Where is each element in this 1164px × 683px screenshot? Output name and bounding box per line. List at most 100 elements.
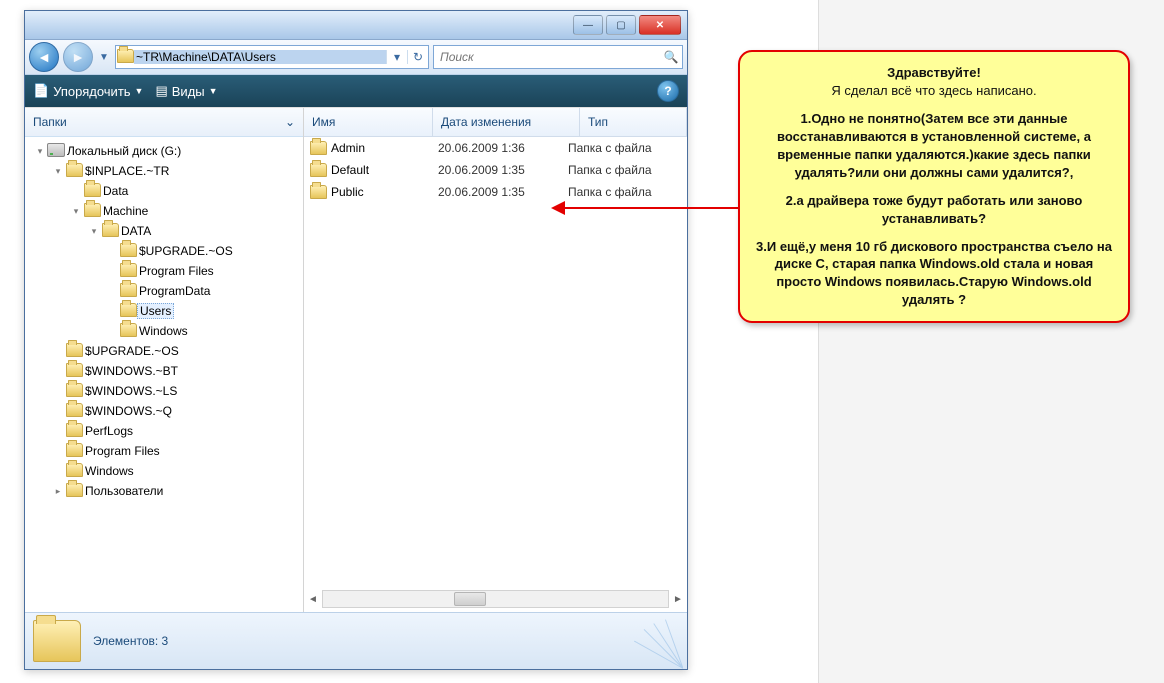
minimize-button[interactable]: —: [573, 15, 603, 35]
annotation-callout: Здравствуйте! Я сделал всё что здесь нап…: [738, 50, 1130, 323]
callout-hello: Здравствуйте!: [887, 65, 981, 80]
file-row[interactable]: Default 20.06.2009 1:35Папка с файла: [304, 159, 687, 181]
col-name[interactable]: Имя: [304, 108, 433, 136]
folder-icon: [65, 443, 83, 460]
columns-header[interactable]: Имя Дата изменения Тип: [304, 108, 687, 137]
content-pane: Имя Дата изменения Тип Admin20.06.2009 1…: [304, 108, 687, 612]
file-date: 20.06.2009 1:35: [438, 185, 568, 199]
tree-item[interactable]: ▸ Пользователи: [31, 481, 303, 501]
file-name-cell: Default: [304, 163, 438, 177]
scroll-left-icon[interactable]: ◄: [304, 594, 322, 605]
file-date: 20.06.2009 1:35: [438, 163, 568, 177]
views-label: Виды: [172, 84, 205, 99]
expand-icon[interactable]: ▾: [87, 226, 101, 237]
tree-item[interactable]: $UPGRADE.~OS: [31, 241, 303, 261]
folder-icon: [83, 183, 101, 200]
tree-item[interactable]: Data: [31, 181, 303, 201]
tree-item[interactable]: ProgramData: [31, 281, 303, 301]
file-type: Папка с файла: [568, 163, 687, 177]
folder-icon: [33, 620, 81, 662]
statusbar: Элементов: 3: [25, 612, 687, 669]
tree-item[interactable]: $WINDOWS.~BT: [31, 361, 303, 381]
forward-button[interactable]: ►: [63, 42, 93, 72]
scroll-track[interactable]: [322, 590, 669, 608]
search-input[interactable]: [434, 50, 660, 64]
callout-p3: 3.И ещё,у меня 10 гб дискового пространс…: [756, 239, 1112, 308]
annotation-arrow-head: [551, 201, 565, 215]
file-type: Папка с файла: [568, 141, 687, 155]
folder-icon: [65, 343, 83, 360]
file-name: Default: [331, 163, 369, 177]
tree-item[interactable]: ▾Machine: [31, 201, 303, 221]
titlebar[interactable]: — ▢ ✕: [25, 11, 687, 40]
col-date[interactable]: Дата изменения: [433, 108, 580, 136]
tree-item[interactable]: $WINDOWS.~LS: [31, 381, 303, 401]
tree-label: Пользователи: [83, 484, 163, 498]
folder-icon: [310, 163, 327, 177]
scroll-thumb[interactable]: [454, 592, 486, 606]
folder-icon: [65, 163, 83, 180]
explorer-window: — ▢ ✕ ◄ ► ▼ ▾ ↻ 🔍 📄 Упорядочить ▼ ▤ Виды…: [24, 10, 688, 670]
tree-item[interactable]: Windows: [31, 461, 303, 481]
navbar: ◄ ► ▼ ▾ ↻ 🔍: [25, 40, 687, 75]
drive-icon: [47, 143, 65, 160]
tree-item[interactable]: $WINDOWS.~Q: [31, 401, 303, 421]
scroll-right-icon[interactable]: ►: [669, 594, 687, 605]
tree-label: PerfLogs: [83, 424, 133, 438]
tree-item[interactable]: Program Files: [31, 261, 303, 281]
file-type: Папка с файла: [568, 185, 687, 199]
history-dropdown[interactable]: ▼: [97, 43, 111, 71]
expand-icon[interactable]: ▾: [33, 146, 47, 157]
file-row[interactable]: Admin20.06.2009 1:36Папка с файла: [304, 137, 687, 159]
search-icon[interactable]: 🔍: [660, 50, 682, 64]
callout-p1: 1.Одно не понятно(Затем все эти данные в…: [777, 111, 1091, 180]
views-button[interactable]: ▤ Виды ▼: [155, 83, 217, 99]
expand-icon[interactable]: ▸: [51, 486, 65, 497]
folder-icon: [119, 323, 137, 340]
expand-icon[interactable]: ▾: [69, 206, 83, 217]
nav-panel: Папки ⌄ ▾Локальный диск (G:)▾$INPLACE.~T…: [25, 108, 304, 612]
path-dropdown[interactable]: ▾: [386, 50, 407, 64]
tree-label: Program Files: [83, 444, 160, 458]
chevron-down-icon: ⌄: [285, 115, 295, 129]
search-bar[interactable]: 🔍: [433, 45, 683, 69]
body-pane: Папки ⌄ ▾Локальный диск (G:)▾$INPLACE.~T…: [25, 107, 687, 612]
tree-item[interactable]: $UPGRADE.~OS: [31, 341, 303, 361]
tree-item[interactable]: ▾DATA: [31, 221, 303, 241]
organize-icon: 📄: [33, 83, 49, 99]
folder-tree[interactable]: ▾Локальный диск (G:)▾$INPLACE.~TRData▾Ma…: [25, 137, 303, 612]
tree-item[interactable]: PerfLogs: [31, 421, 303, 441]
folder-icon: [119, 283, 137, 300]
tree-label: Локальный диск (G:): [65, 144, 181, 158]
organize-label: Упорядочить: [53, 84, 130, 99]
tree-item[interactable]: Users: [31, 301, 303, 321]
file-row[interactable]: Public20.06.2009 1:35Папка с файла: [304, 181, 687, 203]
folder-icon: [65, 463, 83, 480]
path-input[interactable]: [134, 50, 386, 64]
tree-label: $UPGRADE.~OS: [83, 344, 179, 358]
tree-item[interactable]: ▾ Локальный диск (G:): [31, 141, 303, 161]
maximize-button[interactable]: ▢: [606, 15, 636, 35]
organize-button[interactable]: 📄 Упорядочить ▼: [33, 83, 143, 99]
folder-icon: [119, 243, 137, 260]
tree-label: $INPLACE.~TR: [83, 164, 169, 178]
tree-item[interactable]: Program Files: [31, 441, 303, 461]
tree-label: $WINDOWS.~LS: [83, 384, 177, 398]
hscrollbar[interactable]: ◄ ►: [304, 590, 687, 608]
tree-label: $UPGRADE.~OS: [137, 244, 233, 258]
expand-icon[interactable]: ▾: [51, 166, 65, 177]
folder-icon: [119, 303, 137, 320]
back-button[interactable]: ◄: [29, 42, 59, 72]
address-bar[interactable]: ▾ ↻: [115, 45, 429, 69]
folder-icon: [65, 403, 83, 420]
help-button[interactable]: ?: [657, 80, 679, 102]
status-text: Элементов: 3: [93, 634, 168, 648]
tree-item[interactable]: Windows: [31, 321, 303, 341]
refresh-button[interactable]: ↻: [407, 50, 428, 64]
col-type[interactable]: Тип: [580, 108, 687, 136]
folder-icon: [65, 383, 83, 400]
tree-item[interactable]: ▾ $INPLACE.~TR: [31, 161, 303, 181]
close-button[interactable]: ✕: [639, 15, 681, 35]
tree-label: Data: [101, 184, 128, 198]
nav-header[interactable]: Папки ⌄: [25, 108, 303, 137]
